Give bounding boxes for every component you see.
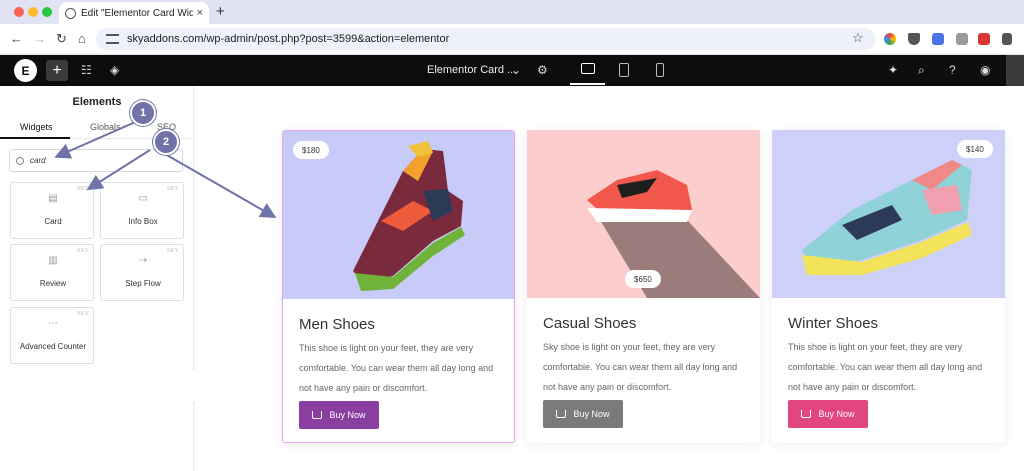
notifications-rocket-icon[interactable]: ✦	[888, 63, 898, 77]
layers-icon[interactable]: ◈	[110, 63, 119, 77]
mobile-device-icon[interactable]	[656, 63, 664, 77]
tablet-device-icon[interactable]	[619, 63, 629, 77]
minimize-window-button[interactable]	[28, 7, 38, 17]
panel-title: Elements	[72, 96, 122, 108]
red-extension-icon[interactable]	[978, 33, 990, 45]
widget-step-flow[interactable]: SKY ⇢ Step Flow	[100, 244, 184, 301]
card-title: Casual Shoes	[543, 315, 637, 332]
card-title: Winter Shoes	[788, 315, 879, 332]
widget-advanced-counter[interactable]: SKY ⋯ Advanced Counter	[10, 307, 94, 364]
product-card-casual-shoes[interactable]: $650 Casual Shoes Sky shoe is light on y…	[527, 130, 760, 443]
buy-now-button[interactable]: Buy Now	[299, 401, 379, 429]
product-card-men-shoes[interactable]: $180 Men Shoes This shoe is light on you…	[282, 130, 515, 443]
buy-now-label: Buy Now	[573, 409, 610, 419]
widget-card[interactable]: SKY ▤ Card	[10, 182, 94, 239]
search-icon[interactable]: ⌕	[918, 63, 925, 78]
color-extension-icon[interactable]	[884, 33, 896, 45]
search-value: card	[30, 156, 46, 165]
elementor-top-bar: E + ☷ ◈ Elementor Card ... ⌄ ⚙ ✦ ⌕ ? ◉	[0, 55, 1024, 86]
counter-widget-icon: ⋯	[48, 318, 58, 329]
cart-icon	[556, 410, 567, 418]
forward-arrow-icon[interactable]: →	[33, 31, 46, 47]
tab-seo[interactable]: SEO	[157, 122, 176, 132]
cart-icon	[312, 411, 323, 419]
tab-globals[interactable]: Globals	[90, 122, 121, 132]
card-description: This shoe is light on your feet, they ar…	[299, 343, 494, 393]
buy-now-button[interactable]: Buy Now	[543, 400, 623, 428]
widget-label: Card	[44, 217, 62, 226]
new-tab-button[interactable]: +	[216, 3, 225, 20]
bookmark-star-icon[interactable]: ☆	[852, 30, 864, 46]
publish-area[interactable]	[1006, 55, 1024, 86]
info-box-widget-icon: ▭	[138, 193, 148, 204]
widget-label: Step Flow	[125, 279, 161, 288]
card-widget-icon: ▤	[48, 193, 58, 204]
widget-label: Review	[39, 279, 67, 288]
buy-now-label: Buy Now	[329, 410, 366, 420]
widget-label: Info Box	[128, 217, 158, 226]
widget-review[interactable]: SKY ▥ Review	[10, 244, 94, 301]
sky-badge: SKY	[166, 248, 179, 254]
browser-tab-bar: Edit "Elementor Card Widget" × +	[0, 0, 1024, 24]
buy-now-label: Buy Now	[818, 409, 855, 419]
maximize-window-button[interactable]	[42, 7, 52, 17]
home-icon[interactable]: ⌂	[78, 31, 86, 47]
buy-now-button[interactable]: Buy Now	[788, 400, 868, 428]
active-device-indicator	[570, 83, 605, 85]
browser-tab[interactable]: Edit "Elementor Card Widget" ×	[59, 2, 209, 24]
elementor-logo-button[interactable]: E	[14, 59, 37, 82]
desktop-device-icon[interactable]	[581, 63, 595, 74]
reload-icon[interactable]: ↻	[56, 31, 67, 47]
translate-extension-icon[interactable]	[932, 33, 944, 45]
extensions-puzzle-icon[interactable]	[1002, 33, 1012, 45]
elements-panel: Elements Widgets Globals SEO card SKY ▤ …	[0, 86, 194, 471]
address-bar-row: ← → ↻ ⌂ skyaddons.com/wp-admin/post.php?…	[0, 24, 1024, 55]
close-window-button[interactable]	[14, 7, 24, 17]
tab-title: Edit "Elementor Card Widget"	[81, 7, 193, 19]
settings-sliders-icon[interactable]: ☷	[81, 63, 92, 77]
active-tab-indicator	[0, 137, 70, 139]
cart-icon	[801, 410, 812, 418]
widget-label: Advanced Counter	[19, 342, 87, 351]
price-badge: $180	[293, 141, 329, 159]
globe-icon	[65, 7, 76, 19]
page-settings-gear-icon[interactable]: ⚙	[537, 63, 548, 77]
add-element-button[interactable]: +	[46, 60, 68, 81]
sky-badge: SKY	[76, 311, 89, 317]
sky-badge: SKY	[166, 186, 179, 192]
tab-widgets[interactable]: Widgets	[20, 122, 53, 132]
url-field[interactable]: skyaddons.com/wp-admin/post.php?post=359…	[96, 28, 876, 50]
site-settings-icon[interactable]	[106, 34, 119, 44]
price-badge: $650	[625, 270, 661, 288]
sky-badge: SKY	[76, 186, 89, 192]
review-widget-icon: ▥	[48, 255, 58, 266]
url-text: skyaddons.com/wp-admin/post.php?post=359…	[127, 33, 450, 45]
card-title: Men Shoes	[299, 316, 375, 333]
product-card-winter-shoes[interactable]: $140 Winter Shoes This shoe is light on …	[772, 130, 1005, 443]
search-icon	[16, 156, 24, 165]
screenshot-extension-icon[interactable]	[956, 33, 968, 45]
preview-eye-icon[interactable]: ◉	[980, 63, 990, 77]
sky-badge: SKY	[76, 248, 89, 254]
document-title[interactable]: Elementor Card ...	[427, 64, 516, 76]
tab-close-button[interactable]: ×	[197, 7, 203, 19]
help-icon[interactable]: ?	[949, 63, 956, 77]
step-flow-widget-icon: ⇢	[138, 255, 148, 266]
shield-extension-icon[interactable]	[908, 33, 920, 45]
widget-search-input[interactable]: card	[9, 149, 183, 172]
chevron-down-icon[interactable]: ⌄	[511, 63, 521, 77]
back-arrow-icon[interactable]: ←	[10, 31, 23, 47]
price-badge: $140	[957, 140, 993, 158]
card-description: Sky shoe is light on your feet, they are…	[543, 342, 738, 392]
card-description: This shoe is light on your feet, they ar…	[788, 342, 983, 392]
widget-info-box[interactable]: SKY ▭ Info Box	[100, 182, 184, 239]
